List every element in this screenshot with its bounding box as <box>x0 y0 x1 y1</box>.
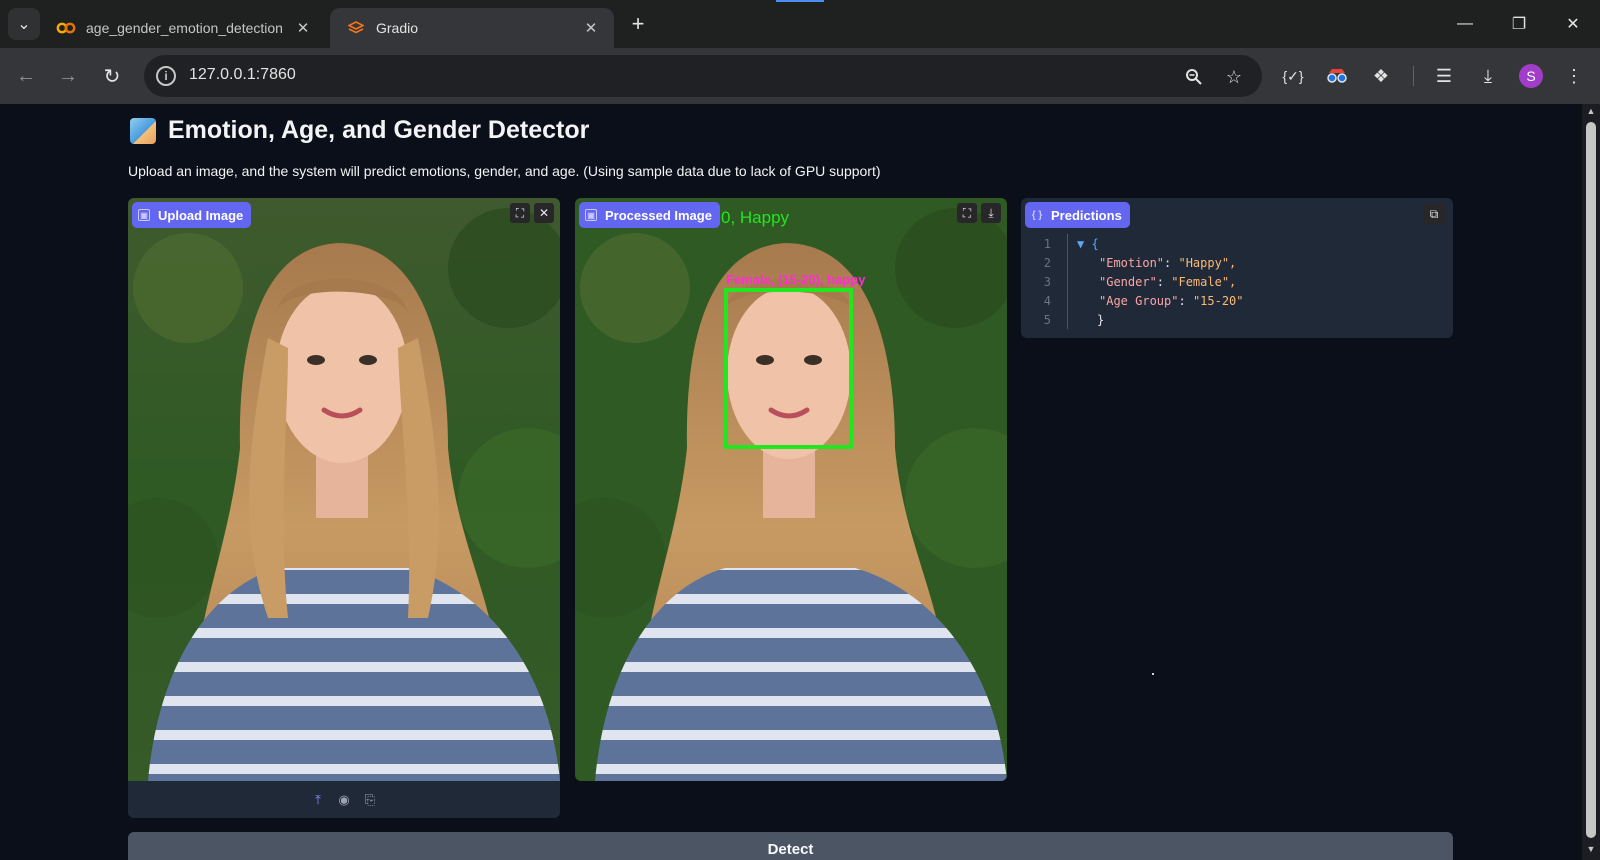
copy-icon[interactable]: ⧉ <box>1423 204 1445 224</box>
spy-extension-icon[interactable] <box>1323 62 1351 90</box>
processed-image-panel: ▣ Processed Image ⛶ ⤓ 0, Happy Female, (… <box>575 198 1007 781</box>
reload-icon[interactable]: ↻ <box>96 60 128 92</box>
line-gutter <box>1067 310 1068 329</box>
download-image-icon[interactable]: ⤓ <box>981 203 1001 223</box>
json-open-brace[interactable]: ▼ { <box>1077 237 1099 251</box>
download-icon[interactable]: ⤓ <box>1474 62 1502 90</box>
json-line: 3 "Gender": "Female", <box>1021 272 1453 291</box>
browser-toolbar: ← → ↻ i 127.0.0.1:7860 ☆ {✓} ❖ ☰ ⤓ S ⋮ <box>0 48 1600 104</box>
page-description: Upload an image, and the system will pre… <box>128 163 881 179</box>
scroll-down-icon[interactable]: ▼ <box>1582 844 1600 858</box>
predictions-panel: { } Predictions ⧉ 1 ▼ { 2 "Emotion": "Ha… <box>1021 198 1453 338</box>
image-icon: ▣ <box>585 209 597 221</box>
scrollbar-thumb[interactable] <box>1586 122 1596 838</box>
upload-image-label-text: Upload Image <box>158 207 244 223</box>
collapse-toggle[interactable]: ▼ { <box>1077 237 1099 251</box>
processed-image-label-text: Processed Image <box>605 207 712 223</box>
image-icon: ▣ <box>138 209 150 221</box>
json-viewer: 1 ▼ { 2 "Emotion": "Happy", 3 "Gender": … <box>1021 234 1453 329</box>
overlay-face-label: Female, (15-20), happy <box>726 272 866 287</box>
page-title: Emotion, Age, and Gender Detector <box>130 116 589 145</box>
webcam-icon[interactable]: ◉ <box>336 792 352 808</box>
upload-file-icon[interactable]: ⤒ <box>310 792 326 808</box>
line-number: 1 <box>1043 236 1051 251</box>
fullscreen-icon[interactable]: ⛶ <box>510 203 530 223</box>
media-control-icon[interactable]: ☰ <box>1430 62 1458 90</box>
tab-search-button[interactable]: ⌄ <box>8 8 40 40</box>
extensions-puzzle-icon[interactable]: ❖ <box>1367 62 1395 90</box>
close-tab-icon[interactable]: ✕ <box>582 19 600 37</box>
tab-colab[interactable]: age_gender_emotion_detection ✕ <box>40 8 326 48</box>
tab-strip-highlight <box>776 0 824 2</box>
scroll-up-icon[interactable]: ▲ <box>1582 106 1600 120</box>
json-key: "Gender" <box>1099 274 1157 289</box>
upload-image-actions: ⛶ ✕ <box>510 203 554 223</box>
json-line: 5 } <box>1021 310 1453 329</box>
tab-gradio[interactable]: Gradio ✕ <box>330 8 614 48</box>
detect-button[interactable]: Detect <box>128 832 1453 860</box>
chevron-down-icon: ⌄ <box>17 16 31 33</box>
close-window-icon[interactable]: ✕ <box>1546 0 1600 48</box>
json-value: "Female", <box>1171 274 1237 289</box>
json-line: 2 "Emotion": "Happy", <box>1021 253 1453 272</box>
json-value: "15-20" <box>1192 293 1244 308</box>
upload-image-label: ▣ Upload Image <box>132 202 252 228</box>
upload-image-panel[interactable]: ▣ Upload Image ⛶ ✕ ⤒ ◉ ⎘ <box>128 198 560 818</box>
json-entry: "Emotion": "Happy", <box>1099 255 1237 270</box>
upload-source-bar: ⤒ ◉ ⎘ <box>128 781 560 818</box>
predictions-label-text: Predictions <box>1051 207 1122 223</box>
close-tab-icon[interactable]: ✕ <box>294 19 312 37</box>
toolbar-divider <box>1413 66 1414 86</box>
line-number: 4 <box>1043 293 1051 308</box>
line-number: 5 <box>1043 312 1051 327</box>
forward-arrow-icon[interactable]: → <box>52 60 84 92</box>
minimize-icon[interactable]: — <box>1438 0 1492 48</box>
gradio-icon <box>346 20 366 36</box>
line-number: 3 <box>1043 274 1051 289</box>
clipboard-paste-icon[interactable]: ⎘ <box>362 792 378 808</box>
line-number: 2 <box>1043 255 1051 270</box>
json-entry: "Gender": "Female", <box>1099 274 1237 289</box>
line-gutter <box>1067 234 1068 253</box>
json-value: "Happy", <box>1178 255 1237 270</box>
json-line: 4 "Age Group": "15-20" <box>1021 291 1453 310</box>
page-title-text: Emotion, Age, and Gender Detector <box>168 116 590 144</box>
tab-title: age_gender_emotion_detection <box>86 20 283 36</box>
json-entry: "Age Group": "15-20" <box>1099 293 1244 308</box>
json-line: 1 ▼ { <box>1021 234 1453 253</box>
new-tab-icon[interactable]: + <box>624 10 652 38</box>
line-gutter <box>1067 272 1068 291</box>
tab-title: Gradio <box>376 20 419 36</box>
bookmark-star-icon[interactable]: ☆ <box>1222 65 1246 89</box>
zoom-icon[interactable] <box>1182 65 1206 89</box>
overlay-top-text: 0, Happy <box>721 208 790 227</box>
processed-image-actions: ⛶ ⤓ <box>957 203 1001 223</box>
technologist-emoji-icon <box>130 117 156 144</box>
address-bar[interactable]: i 127.0.0.1:7860 ☆ <box>144 55 1262 97</box>
browser-menu-icon[interactable]: ⋮ <box>1560 62 1588 90</box>
stray-dot <box>1152 673 1154 675</box>
json-key: "Age Group" <box>1099 293 1179 308</box>
processed-image-label: ▣ Processed Image <box>579 202 720 228</box>
json-viewer-extension-icon[interactable]: {✓} <box>1279 62 1307 90</box>
page-scrollbar[interactable]: ▲ ▼ <box>1582 104 1600 860</box>
line-gutter <box>1067 291 1068 310</box>
clear-image-icon[interactable]: ✕ <box>534 203 554 223</box>
page-viewport: Emotion, Age, and Gender Detector Upload… <box>0 104 1582 860</box>
profile-avatar[interactable]: S <box>1519 64 1543 88</box>
json-key: "Emotion" <box>1099 255 1165 270</box>
site-info-icon[interactable]: i <box>156 66 176 86</box>
fullscreen-icon[interactable]: ⛶ <box>957 203 977 223</box>
uploaded-photo <box>128 198 560 781</box>
line-gutter <box>1067 253 1068 272</box>
back-arrow-icon[interactable]: ← <box>10 60 42 92</box>
colab-icon <box>56 20 76 36</box>
predictions-label: { } Predictions <box>1025 202 1130 228</box>
restore-icon[interactable]: ❐ <box>1492 0 1546 48</box>
url-text[interactable]: 127.0.0.1:7860 <box>189 66 296 84</box>
tab-strip: ⌄ age_gender_emotion_detection ✕ Gradio … <box>0 0 1600 48</box>
json-close-brace: } <box>1097 312 1105 327</box>
json-icon: { } <box>1031 209 1043 221</box>
